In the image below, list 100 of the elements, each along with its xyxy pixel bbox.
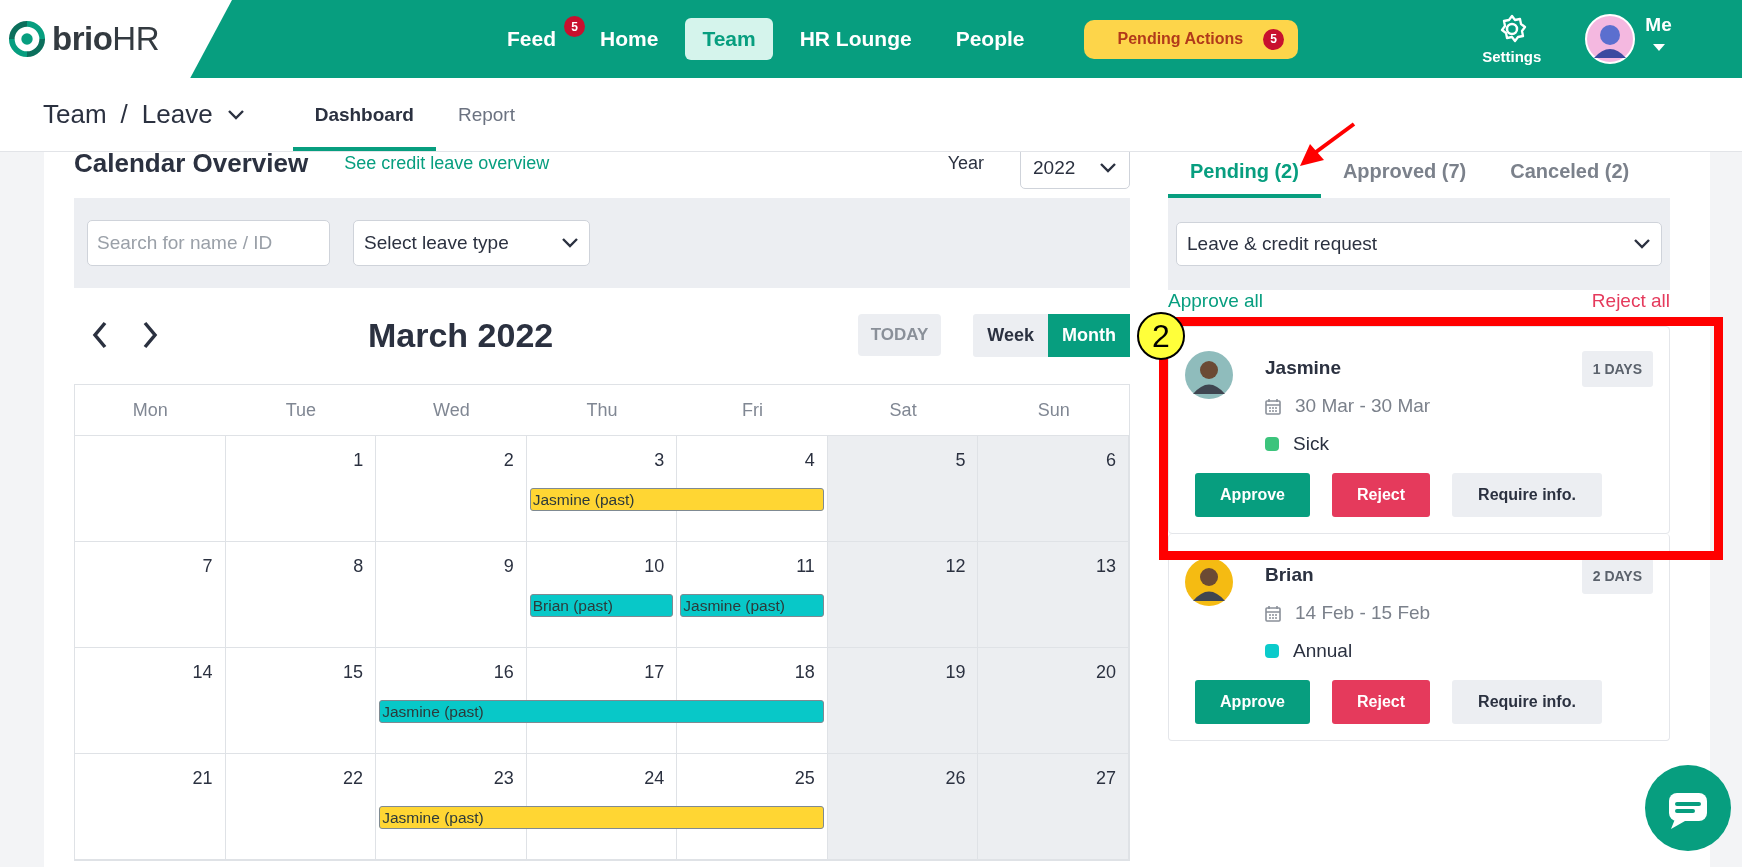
chevron-down-icon	[1633, 238, 1651, 250]
leave-event[interactable]: Jasmine (past)	[379, 700, 824, 723]
day-number: 25	[794, 768, 815, 789]
logo-icon	[8, 20, 46, 58]
calendar-day[interactable]: 2	[376, 436, 527, 541]
request-type-select[interactable]: Leave & credit request	[1176, 222, 1662, 266]
calendar-day[interactable]: 19	[827, 648, 979, 753]
avatar	[1185, 351, 1233, 399]
day-number: 18	[794, 662, 815, 683]
calendar-day[interactable]: 8	[225, 542, 377, 647]
reject-all-link[interactable]: Reject all	[1591, 290, 1670, 312]
leave-dates: 14 Feb - 15 Feb	[1295, 602, 1431, 624]
day-number: 10	[644, 556, 665, 577]
notification-badge: 5	[564, 16, 585, 37]
breadcrumb-separator: /	[120, 99, 128, 130]
next-icon[interactable]	[142, 321, 158, 349]
day-number: 9	[503, 556, 514, 577]
pending-actions-button[interactable]: Pending Actions 5	[1083, 19, 1299, 59]
leave-type: Annual	[1293, 640, 1353, 662]
chevron-down-icon	[561, 237, 579, 249]
breadcrumb-link[interactable]: Team	[43, 99, 107, 130]
day-number: 21	[192, 768, 213, 789]
calendar-day[interactable]: 22	[225, 754, 377, 859]
require-info-button[interactable]: Require info.	[1452, 680, 1602, 724]
tab[interactable]: Approved (7)	[1320, 150, 1489, 198]
calendar-day[interactable]: 9	[376, 542, 527, 647]
calendar-day[interactable]: 21	[75, 754, 226, 859]
weekday-header: Thu	[585, 399, 619, 421]
logo-text: brioHR	[52, 20, 159, 58]
search-field[interactable]: Search for name / ID	[87, 220, 330, 266]
calendar-day[interactable]: 20	[978, 648, 1129, 753]
calendar-day[interactable]: 12	[827, 542, 979, 647]
employee-name: Jasmine	[1265, 357, 1343, 379]
previous-icon[interactable]	[92, 321, 108, 349]
require-info-button[interactable]: Require info.	[1452, 473, 1602, 517]
day-number: 16	[493, 662, 514, 683]
leave-type: Sick	[1293, 433, 1329, 455]
weekday-header: Fri	[741, 399, 765, 421]
reject-button[interactable]: Reject	[1332, 680, 1430, 724]
day-number: 7	[202, 556, 213, 577]
chevron-down-icon	[226, 108, 245, 121]
day-number: 23	[493, 768, 514, 789]
day-number: 11	[796, 556, 815, 577]
day-number: 14	[192, 662, 213, 683]
chat-button[interactable]	[1645, 765, 1731, 851]
day-number: 17	[644, 662, 665, 683]
calendar-day[interactable]: 14	[75, 648, 226, 753]
calendar-day[interactable]: 1	[225, 436, 377, 541]
month-title: March 2022	[368, 315, 554, 355]
day-number: 12	[945, 556, 966, 577]
weekday-header: Tue	[284, 399, 318, 421]
day-number: 15	[343, 662, 364, 683]
leave-type-select[interactable]: Select leave type	[353, 220, 590, 266]
day-number: 3	[654, 450, 665, 471]
calendar-day[interactable]: 7	[75, 542, 226, 647]
day-number: 22	[343, 768, 364, 789]
reject-button[interactable]: Reject	[1332, 473, 1430, 517]
leave-event[interactable]: Jasmine (past)	[529, 488, 824, 511]
leave-event[interactable]: Jasmine (past)	[379, 806, 824, 829]
weekday-header: Sat	[888, 399, 918, 421]
calendar-day[interactable]: 13	[978, 542, 1129, 647]
duration-badge: 1 DAYS	[1581, 351, 1653, 387]
calendar-day[interactable]: 15	[225, 648, 377, 753]
calendar-day[interactable]: 26	[827, 754, 979, 859]
notification-badge: 5	[1263, 28, 1285, 50]
calendar-day[interactable]: 6	[978, 436, 1129, 541]
view-toggle[interactable]: Week	[973, 313, 1048, 357]
employee-name: Brian	[1265, 564, 1315, 586]
duration-badge: 2 DAYS	[1581, 558, 1653, 594]
page-title: Leave	[141, 99, 213, 130]
day-number: 5	[955, 450, 966, 471]
caret-icon[interactable]	[1652, 44, 1665, 52]
day-number: 1	[353, 450, 364, 471]
day-number: 24	[644, 768, 665, 789]
avatar[interactable]	[1585, 14, 1636, 64]
weekday-header: Wed	[432, 399, 471, 421]
calendar-day[interactable]: 5	[827, 436, 979, 541]
year-label: Year	[947, 152, 984, 174]
day-number: 6	[1105, 450, 1116, 471]
section-title: Calendar Overview	[74, 152, 309, 179]
weekday-header: Sun	[1036, 399, 1071, 421]
avatar	[1185, 558, 1233, 606]
day-number: 27	[1095, 768, 1116, 789]
chevron-down-icon	[1099, 162, 1117, 174]
day-number: 26	[945, 768, 966, 789]
day-number: 4	[804, 450, 815, 471]
leave-dates: 30 Mar - 30 Mar	[1295, 395, 1431, 417]
day-number: 2	[503, 450, 514, 471]
calendar-icon	[1265, 397, 1281, 415]
tab[interactable]: Canceled (2)	[1488, 150, 1652, 198]
year-select[interactable]: 2022	[1020, 152, 1130, 189]
tab[interactable]: Report	[435, 82, 537, 151]
weekday-header: Mon	[131, 399, 169, 421]
calendar-icon	[1265, 604, 1281, 622]
day-number: 20	[1095, 662, 1116, 683]
calendar-day[interactable]: 27	[978, 754, 1129, 859]
day-number: 13	[1095, 556, 1116, 577]
leave-event[interactable]: Brian (past)	[529, 594, 674, 617]
leave-event[interactable]: Jasmine (past)	[680, 594, 824, 617]
day-number: 8	[353, 556, 364, 577]
